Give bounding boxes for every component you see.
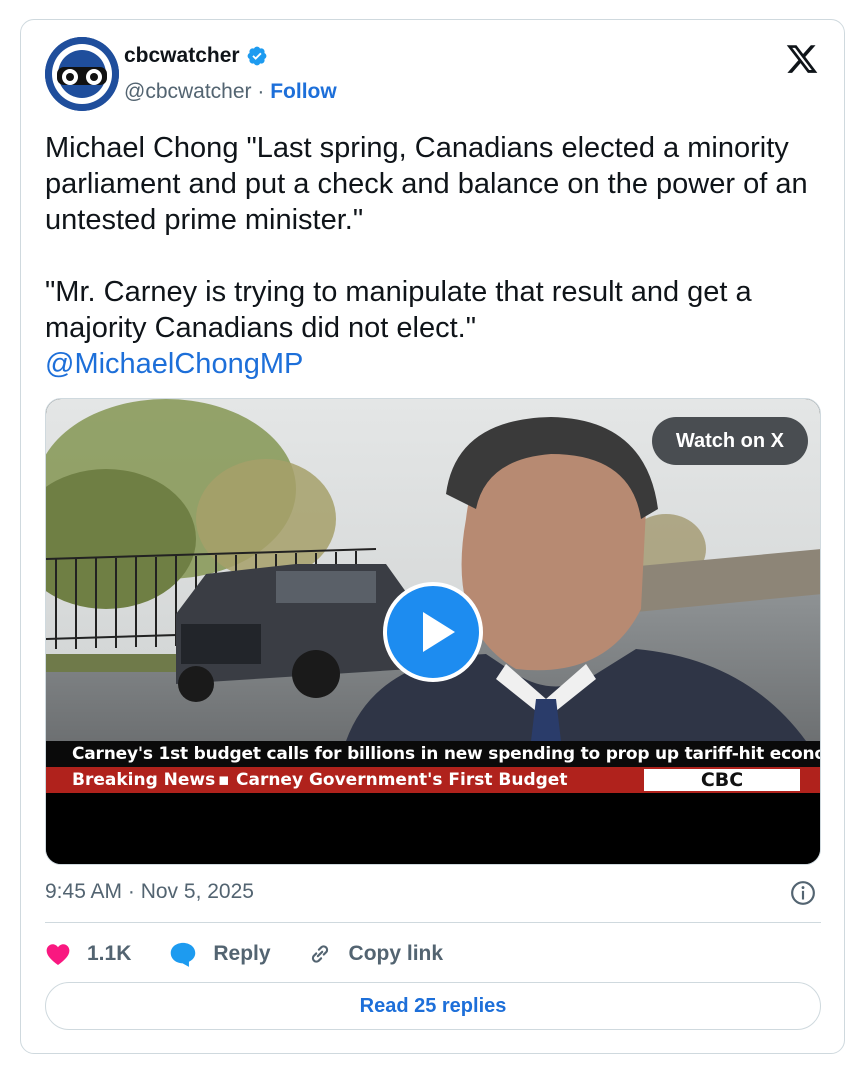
ticker-separator: ▪ (218, 770, 230, 790)
info-icon[interactable] (790, 880, 816, 906)
follow-button[interactable]: Follow (270, 80, 337, 103)
link-icon (311, 945, 328, 963)
play-icon (423, 612, 455, 652)
verified-badge-icon (247, 46, 266, 66)
handle-row: @cbcwatcher · Follow (124, 80, 337, 104)
reply-bubble-icon (171, 942, 196, 967)
author-name[interactable]: cbcwatcher (124, 44, 240, 68)
copy-link-button[interactable]: Copy link (307, 941, 444, 967)
divider (45, 922, 821, 923)
heart-icon (46, 944, 70, 966)
play-button[interactable] (383, 582, 483, 682)
copy-link-label: Copy link (348, 942, 444, 965)
like-count: 1.1K (87, 942, 132, 965)
embedded-post-card: cbcwatcher @cbcwatcher · Follow Michael … (20, 19, 845, 1054)
read-replies-button[interactable]: Read 25 replies (45, 982, 821, 1030)
x-logo-icon[interactable] (784, 42, 820, 76)
like-button[interactable]: 1.1K (45, 942, 131, 966)
network-logo: CBC (644, 769, 800, 791)
post-timestamp[interactable]: 9:45 AM · Nov 5, 2025 (45, 880, 254, 904)
breaking-news-label: Breaking News (72, 770, 216, 790)
avatar-image (45, 37, 119, 111)
mention-link[interactable]: @MichaelChongMP (45, 348, 303, 380)
reply-label: Reply (213, 942, 271, 965)
author-name-row[interactable]: cbcwatcher (124, 44, 268, 68)
news-ticker: Breaking News ▪ Carney Government's Firs… (46, 767, 820, 793)
post-paragraph-2: "Mr. Carney is trying to manipulate that… (45, 276, 752, 344)
post-paragraph-1: Michael Chong "Last spring, Canadians el… (45, 132, 808, 236)
news-caption: Carney's 1st budget calls for billions i… (46, 741, 820, 767)
ticker-topic: Carney Government's First Budget (236, 770, 568, 790)
reply-button[interactable]: Reply (169, 941, 271, 967)
avatar[interactable] (45, 37, 119, 111)
post-text: Michael Chong "Last spring, Canadians el… (45, 130, 825, 382)
video-player[interactable]: Watch on X Carney's 1st budget calls for… (45, 398, 821, 865)
handle-separator: · (257, 80, 265, 103)
watch-on-x-button[interactable]: Watch on X (651, 417, 808, 465)
action-bar: 1.1K Reply Copy link (45, 937, 443, 971)
author-handle[interactable]: @cbcwatcher (124, 80, 252, 103)
